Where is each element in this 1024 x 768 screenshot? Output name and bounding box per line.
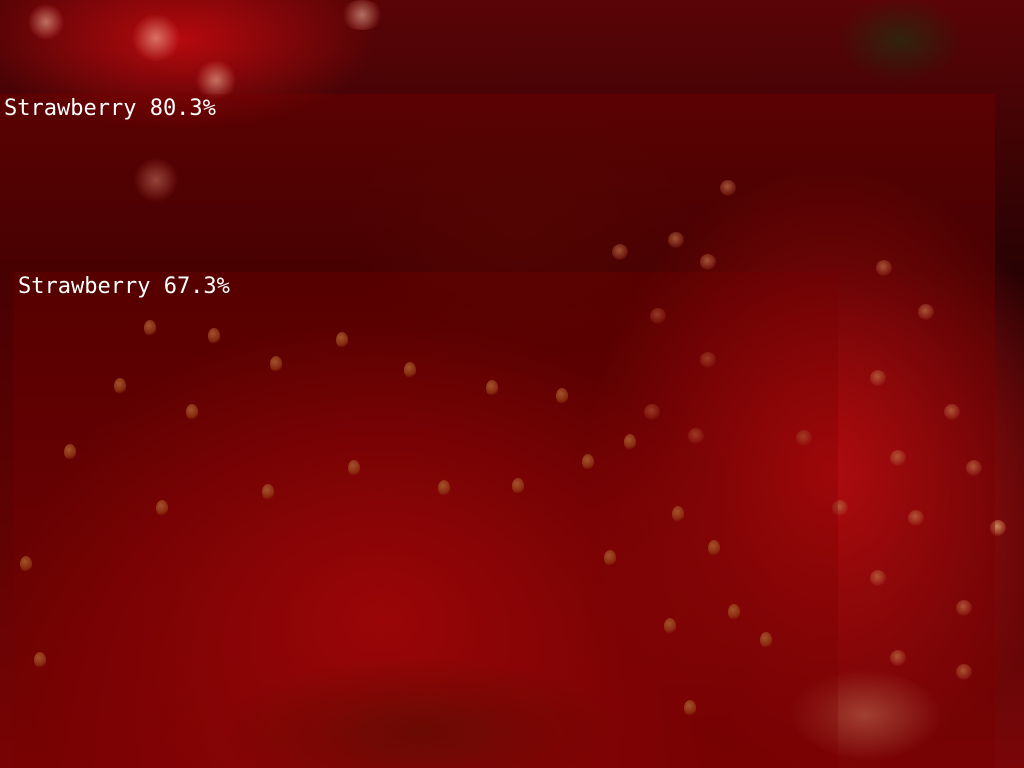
detection-box[interactable]: Strawberry 67.3% (14, 272, 838, 768)
detection-label: Strawberry 67.3% (18, 274, 230, 299)
bokeh-highlight (28, 4, 64, 40)
detection-label: Strawberry 80.3% (4, 96, 216, 121)
bokeh-highlight (340, 0, 384, 30)
bokeh-highlight (132, 14, 180, 62)
photo-scene: Strawberry 80.3% Strawberry 67.3% (0, 0, 1024, 768)
